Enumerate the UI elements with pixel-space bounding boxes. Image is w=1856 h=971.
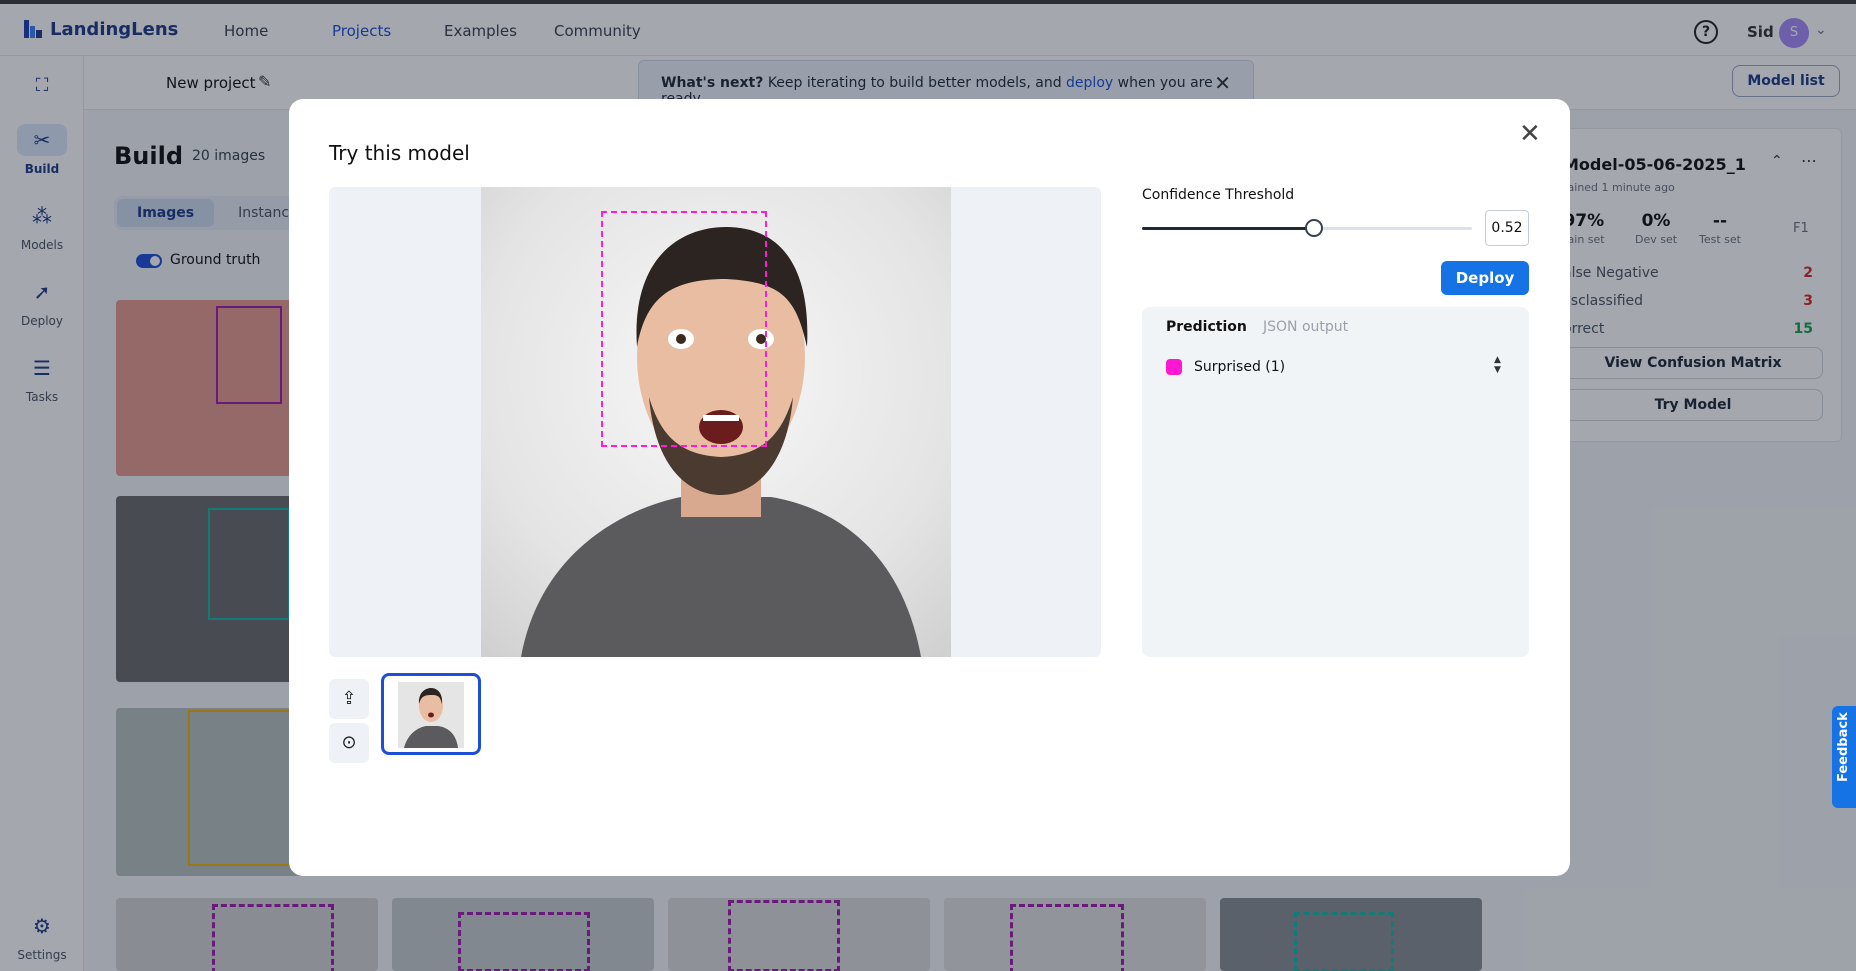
upload-image-button[interactable]: ⇪ (329, 679, 369, 719)
camera-icon: ⊙ (341, 732, 357, 753)
sort-icon[interactable]: ▲ ▼ (1494, 355, 1501, 375)
tab-json-output[interactable]: JSON output (1263, 319, 1348, 335)
test-image (481, 187, 951, 657)
confidence-threshold-label: Confidence Threshold (1142, 187, 1295, 203)
close-icon[interactable]: ✕ (1519, 121, 1541, 147)
prediction-label: Surprised (1) (1194, 359, 1286, 375)
slider-handle[interactable] (1304, 219, 1323, 237)
feedback-tab[interactable]: Feedback (1832, 706, 1856, 808)
try-model-dialog: Try this model ✕ ⇪ ⊙ Confidence Threshol… (289, 99, 1570, 876)
feedback-label: Feedback (1836, 712, 1851, 782)
dialog-title: Try this model (329, 141, 470, 165)
image-viewer (329, 187, 1101, 657)
prediction-item: Surprised (1) (1166, 359, 1285, 375)
upload-folder-icon: ⇪ (341, 688, 357, 709)
prediction-bounding-box[interactable] (601, 211, 767, 447)
selected-image-thumbnail[interactable] (381, 673, 481, 755)
slider-fill (1142, 227, 1314, 230)
class-color-swatch (1166, 359, 1182, 375)
confidence-value-input[interactable]: 0.52 (1485, 210, 1529, 246)
camera-capture-button[interactable]: ⊙ (329, 723, 369, 763)
thumbnail-image (398, 682, 464, 748)
tab-prediction[interactable]: Prediction (1166, 319, 1247, 335)
confidence-slider[interactable] (1142, 219, 1472, 237)
prediction-panel: Prediction JSON output Surprised (1) ▲ ▼ (1142, 307, 1529, 657)
thumbnail-portrait (404, 688, 458, 748)
deploy-button[interactable]: Deploy (1441, 261, 1529, 295)
